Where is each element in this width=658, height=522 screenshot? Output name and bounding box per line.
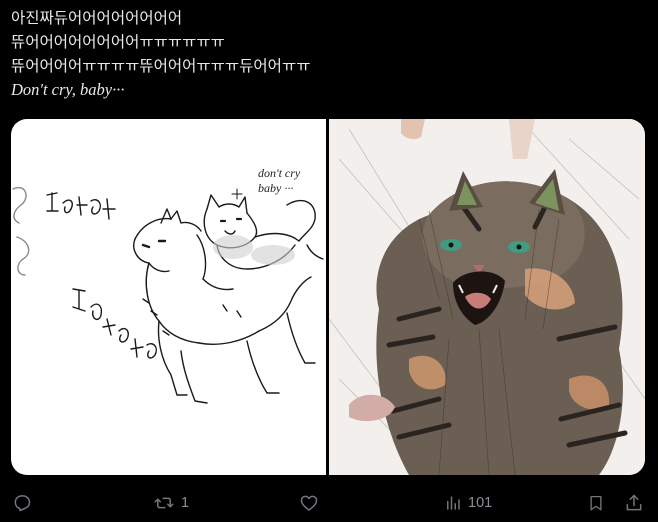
share-button[interactable] xyxy=(624,492,644,514)
media-image-left[interactable]: don't cry baby ··· xyxy=(11,119,326,475)
drawing-caption-line: baby ··· xyxy=(258,181,294,195)
media-image-right[interactable] xyxy=(329,119,645,475)
like-button[interactable] xyxy=(299,492,319,514)
retweet-icon xyxy=(154,497,174,509)
reply-icon xyxy=(14,495,31,512)
tweet-actions: 1 101 xyxy=(0,486,658,520)
share-icon xyxy=(626,494,642,511)
reply-button[interactable] xyxy=(12,492,32,514)
retweet-count: 1 xyxy=(181,495,190,511)
tweet-text-line: Don't cry, baby··· xyxy=(11,80,125,99)
tweet-text-line: 뜌어어어어어어어어ㅠㅠㅠㅠㅠㅠ xyxy=(11,33,225,51)
bookmark-button[interactable] xyxy=(587,492,605,514)
crying-tabby-kitten-drawing xyxy=(329,119,645,475)
drawing-caption-line: don't cry xyxy=(258,166,301,180)
heart-icon xyxy=(300,495,318,511)
tweet-text: 아진짜듀어어어어어어어어 뜌어어어어어어어어ㅠㅠㅠㅠㅠㅠ 뜌어어어어ㅠㅠㅠㅠ뜌어… xyxy=(11,6,651,102)
tweet-text-line: 뜌어어어어ㅠㅠㅠㅠ뜌어어어ㅠㅠㅠ듀어어ㅠㅠ xyxy=(11,57,311,75)
drawing-caption: don't cry baby ··· xyxy=(258,166,300,196)
bookmark-icon xyxy=(590,495,602,511)
views-chart-icon xyxy=(447,496,460,510)
views-count: 101 xyxy=(468,495,493,511)
tweet-text-line: 아진짜듀어어어어어어어어 xyxy=(11,9,183,27)
views-button[interactable]: 101 xyxy=(444,492,492,514)
retweet-button[interactable]: 1 xyxy=(153,492,189,514)
tweet-media[interactable]: don't cry baby ··· xyxy=(11,119,645,475)
